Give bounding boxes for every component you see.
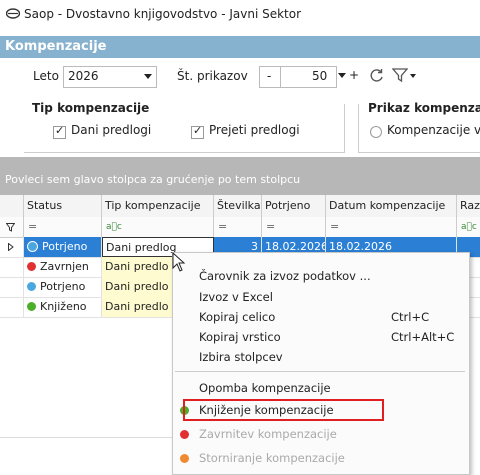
reject-dot-icon	[180, 430, 189, 439]
group-by-band[interactable]: Povleci sem glavo stolpca za grućenje po…	[0, 157, 480, 195]
filter-stevilka[interactable]: =	[214, 217, 262, 237]
filter-raz[interactable]: a⃞c	[457, 217, 480, 237]
cell-status[interactable]: Knjiženo	[24, 297, 102, 317]
dani-predlogi-checkbox[interactable]	[53, 124, 66, 139]
decrement-button[interactable]: -	[267, 69, 271, 83]
row-indicator	[0, 277, 24, 297]
dani-predlogi-label: Dani predlogi	[71, 123, 152, 137]
count-dropdown-icon[interactable]	[338, 73, 346, 78]
filter-row: = a⃞c = = = a⃞c	[0, 217, 480, 238]
row-indicator	[0, 297, 24, 317]
title-bar: Saop - Dvostavno knjigovodstvo - Javni S…	[0, 0, 480, 30]
highlight-box	[183, 399, 384, 421]
toolbar: Leto 2026 Št. prikazov - 50 +	[0, 58, 480, 96]
section-header: Kompenzacije	[0, 36, 480, 58]
year-value: 2026	[68, 69, 99, 83]
filter-potrjeno[interactable]: =	[262, 217, 326, 237]
refresh-icon[interactable]	[369, 68, 384, 83]
context-menu: Čarovnik za izvoz podatkov ... Izvoz v E…	[172, 252, 470, 475]
menu-item-export-wizard[interactable]: Čarovnik za izvoz podatkov ...	[199, 269, 371, 283]
menu-separator	[175, 371, 465, 372]
menu-item-copy-cell[interactable]: Kopiraj celico	[199, 310, 275, 324]
increment-button[interactable]: +	[349, 68, 359, 82]
filter-small-icon	[5, 223, 16, 232]
menu-item-cancel[interactable]: Storniranje kompenzacije	[199, 451, 345, 465]
row-indicator	[0, 237, 24, 257]
count-stepper[interactable]: - 50	[259, 66, 337, 88]
section-title: Kompenzacije	[5, 39, 107, 54]
grid-footer-line	[0, 437, 175, 438]
header-indicator	[0, 195, 24, 217]
col-header-potrjeno[interactable]: Potrjeno	[262, 195, 326, 217]
current-row-icon	[8, 242, 14, 252]
status-text: Potrjeno	[42, 240, 88, 253]
prejeti-predlogi-checkbox[interactable]	[191, 124, 204, 139]
row-indicator	[0, 257, 24, 277]
filter-icon[interactable]	[392, 67, 408, 83]
year-select[interactable]: 2026	[63, 66, 157, 88]
status-dot-icon	[27, 301, 36, 311]
filter-row-icon	[0, 217, 24, 237]
filter-status[interactable]: =	[24, 217, 102, 237]
tip-group-title: Tip kompenzacije	[30, 101, 152, 115]
prikaz-option-label: Kompenzacije v	[387, 123, 480, 137]
menu-item-export-excel[interactable]: Izvoz v Excel	[199, 290, 273, 304]
chevron-down-icon	[144, 74, 152, 79]
group-by-hint: Povleci sem glavo stolpca za grućenje po…	[5, 173, 301, 186]
status-text: Knjiženo	[40, 300, 87, 313]
col-header-tip[interactable]: Tip kompenzacije	[102, 195, 214, 217]
copy-row-shortcut: Ctrl+Alt+C	[391, 330, 455, 344]
prikaz-group-title: Prikaz kompenzac	[366, 101, 480, 115]
col-header-status[interactable]: Status	[24, 195, 102, 217]
grid-header: Status Tip kompenzacije Številka Potrjen…	[0, 195, 480, 218]
status-text: Zavrnjen	[40, 260, 89, 273]
window-title: Saop - Dvostavno knjigovodstvo - Javni S…	[24, 7, 302, 21]
filter-dropdown-icon[interactable]	[410, 74, 416, 78]
options-area: Tip kompenzacije Dani predlogi Prejeti p…	[0, 96, 480, 154]
year-label: Leto	[33, 69, 59, 83]
col-header-stevilka[interactable]: Številka	[214, 195, 262, 217]
menu-item-reject[interactable]: Zavrnitev kompenzacije	[199, 427, 337, 441]
status-dot-icon	[27, 281, 36, 291]
menu-item-copy-row[interactable]: Kopiraj vrstico	[199, 330, 281, 344]
prejeti-predlogi-label: Prejeti predlogi	[209, 123, 300, 137]
copy-cell-shortcut: Ctrl+C	[391, 310, 430, 324]
filter-datum[interactable]: =	[326, 217, 457, 237]
status-dot-icon	[27, 261, 36, 271]
col-header-datum[interactable]: Datum kompenzacije	[326, 195, 457, 217]
mouse-cursor-icon	[172, 252, 186, 272]
menu-item-note[interactable]: Opomba kompenzacije	[199, 381, 331, 395]
cell-status[interactable]: Potrjeno	[24, 277, 102, 297]
menu-item-column-chooser[interactable]: Izbira stolpcev	[199, 350, 283, 364]
status-text: Potrjeno	[40, 280, 86, 293]
count-value: 50	[312, 69, 328, 83]
col-header-raz[interactable]: Raz	[457, 195, 480, 217]
cell-status[interactable]: Zavrnjen	[24, 257, 102, 277]
filter-tip[interactable]: a⃞c	[102, 217, 214, 237]
stepper-divider	[280, 67, 281, 87]
count-label: Št. prikazov	[177, 69, 248, 83]
menu-item-post[interactable]: Knjiženje kompenzacije	[183, 399, 384, 421]
cancel-dot-icon	[180, 454, 189, 463]
app-icon	[6, 8, 20, 19]
prikaz-radio[interactable]	[370, 126, 382, 138]
status-dot-icon	[27, 240, 38, 252]
cell-status[interactable]: Potrjeno	[24, 237, 102, 257]
